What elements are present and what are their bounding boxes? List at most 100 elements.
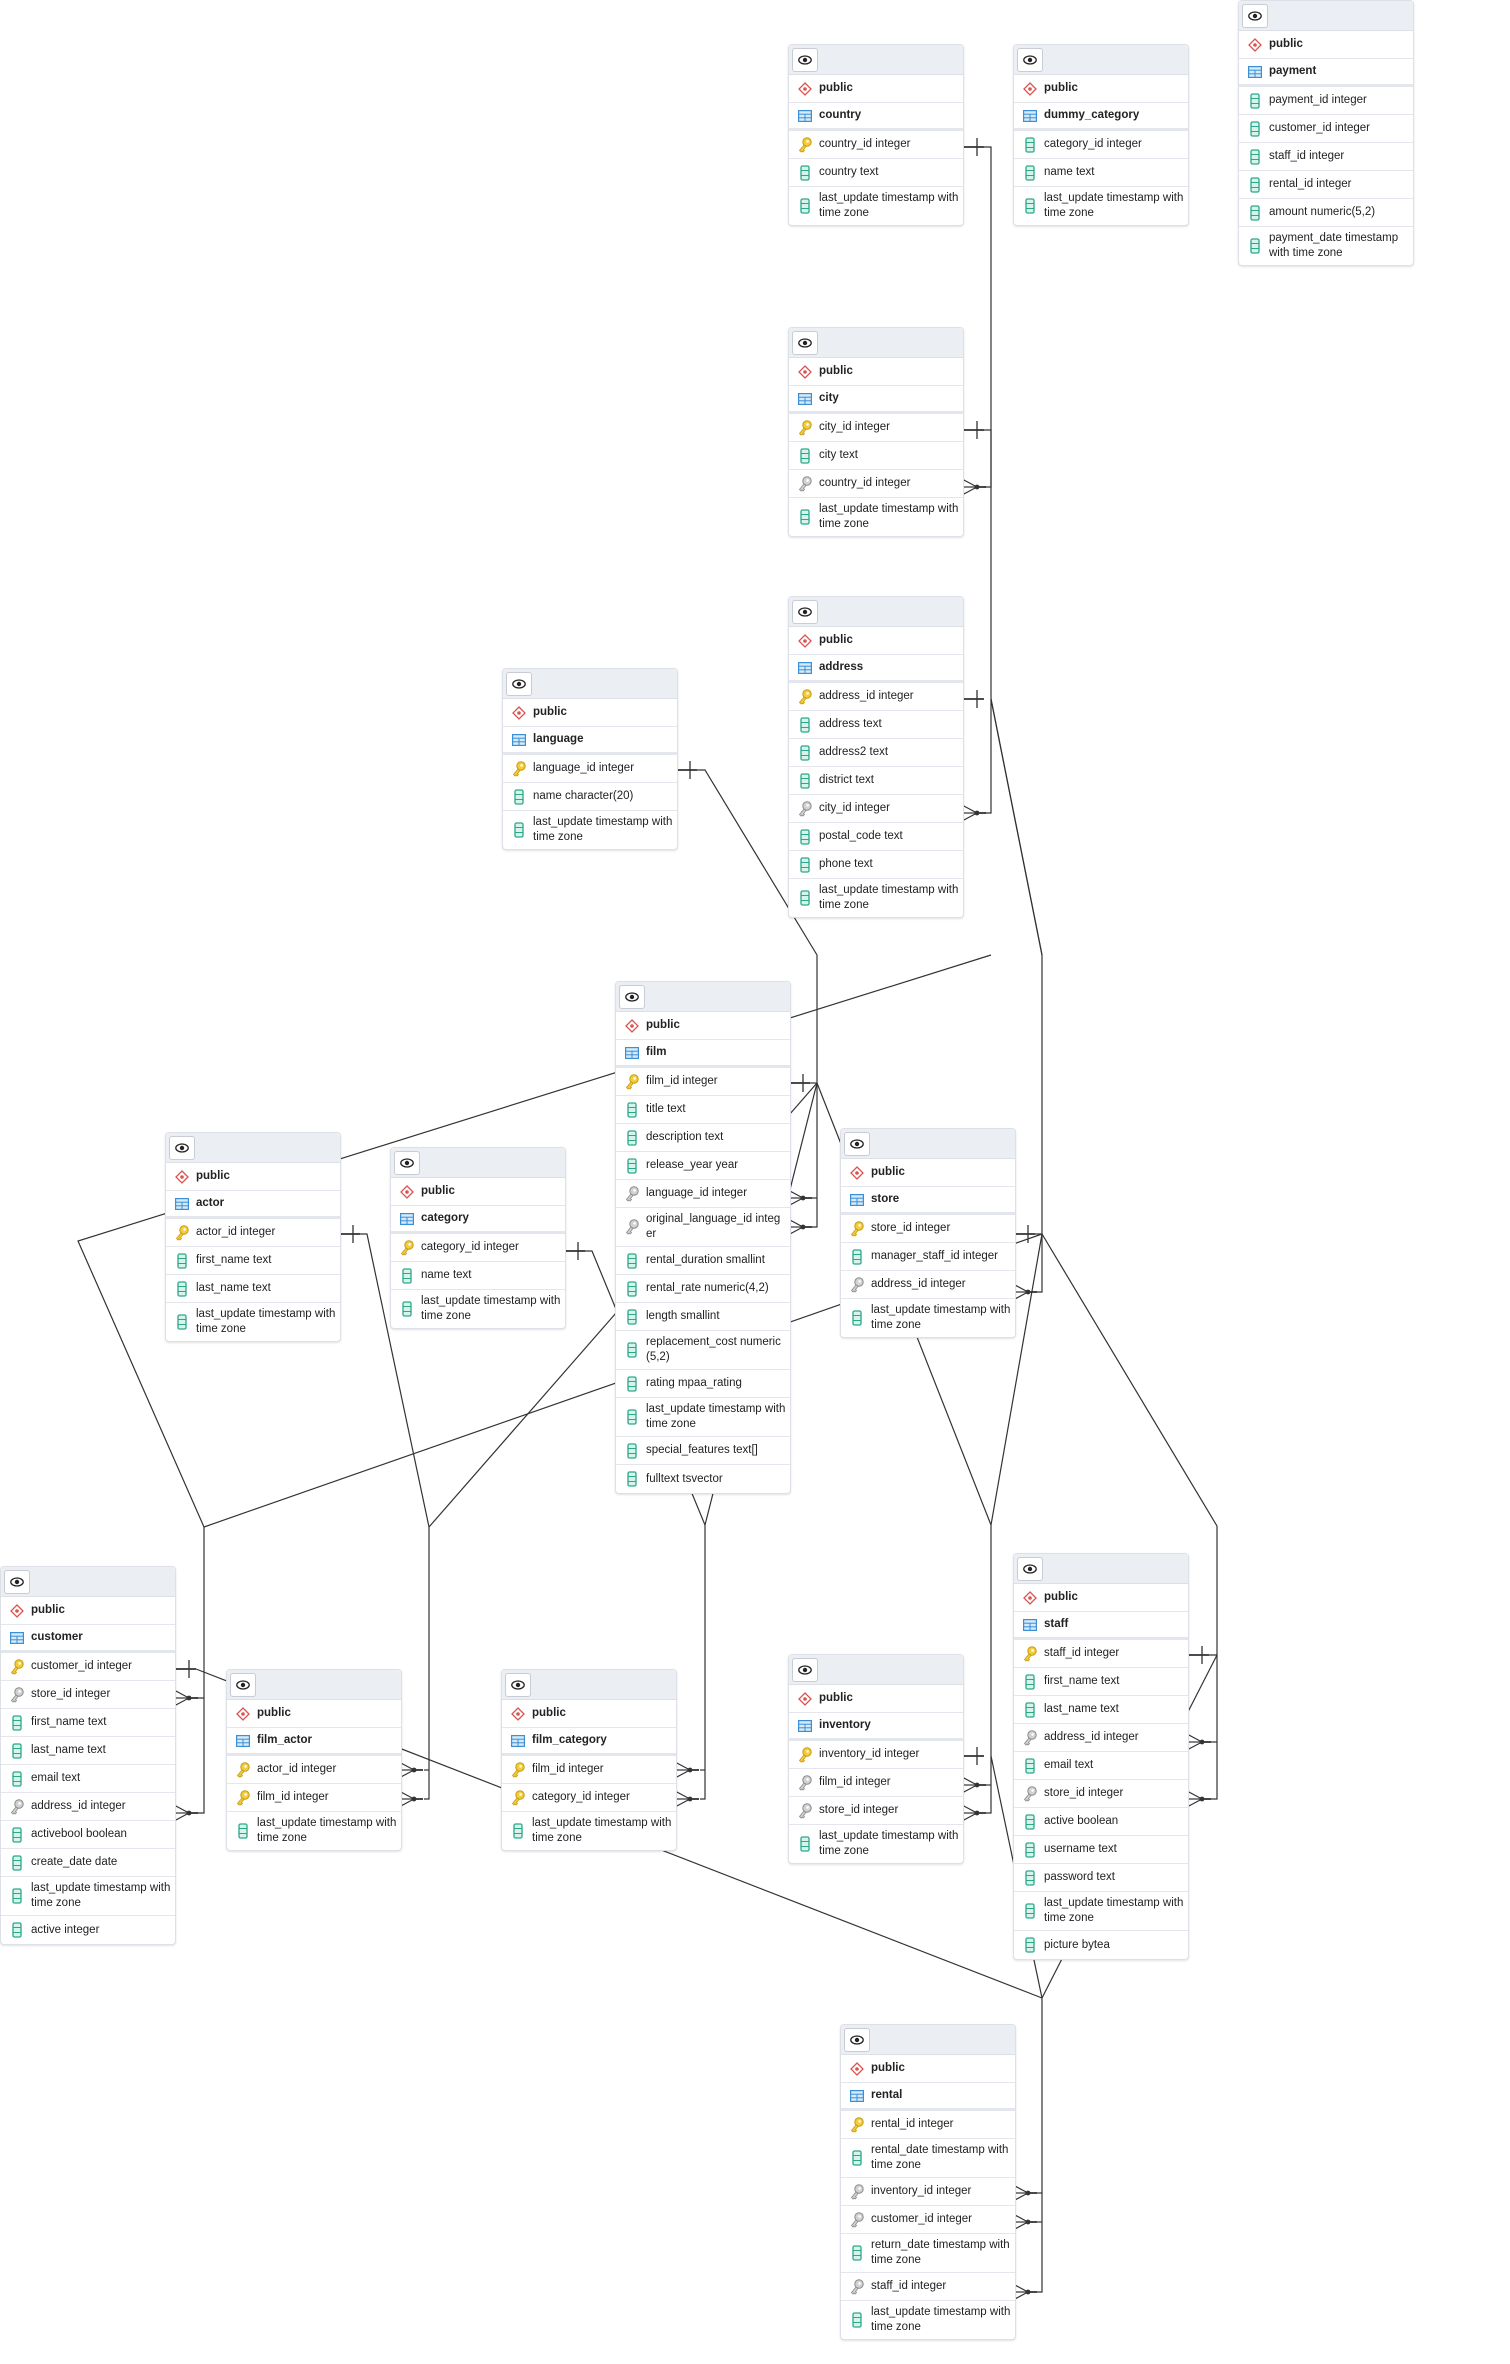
column-row[interactable]: staff_id integer	[841, 2273, 1015, 2301]
column-row[interactable]: district text	[789, 767, 963, 795]
column-row[interactable]: category_id integer	[502, 1784, 676, 1812]
column-row[interactable]: last_update timestamp with time zone	[503, 811, 677, 849]
column-row[interactable]: first_name text	[1, 1709, 175, 1737]
column-row[interactable]: username text	[1014, 1836, 1188, 1864]
column-row[interactable]: last_update timestamp with time zone	[391, 1290, 565, 1328]
eye-icon[interactable]	[792, 331, 818, 355]
column-row[interactable]: email text	[1014, 1752, 1188, 1780]
table-category[interactable]: public category category_id integer name …	[390, 1147, 566, 1329]
table-inventory[interactable]: public inventory inventory_id integer fil…	[788, 1654, 964, 1864]
column-row[interactable]: film_id integer	[616, 1068, 790, 1096]
column-row[interactable]: last_update timestamp with time zone	[227, 1812, 401, 1850]
table-film_actor[interactable]: public film_actor actor_id integer film_i…	[226, 1669, 402, 1851]
table-header[interactable]	[616, 982, 790, 1012]
column-row[interactable]: rating mpaa_rating	[616, 1370, 790, 1398]
table-header[interactable]	[227, 1670, 401, 1700]
column-row[interactable]: name text	[1014, 159, 1188, 187]
table-dummy_category[interactable]: public dummy_category category_id intege…	[1013, 44, 1189, 226]
column-row[interactable]: country_id integer	[789, 470, 963, 498]
column-row[interactable]: customer_id integer	[1, 1653, 175, 1681]
table-address[interactable]: public address address_id integer address…	[788, 596, 964, 918]
column-row[interactable]: activebool boolean	[1, 1821, 175, 1849]
column-row[interactable]: customer_id integer	[1239, 115, 1413, 143]
column-row[interactable]: country text	[789, 159, 963, 187]
column-row[interactable]: payment_id integer	[1239, 87, 1413, 115]
table-header[interactable]	[789, 597, 963, 627]
column-row[interactable]: postal_code text	[789, 823, 963, 851]
column-row[interactable]: category_id integer	[1014, 131, 1188, 159]
column-row[interactable]: last_update timestamp with time zone	[789, 187, 963, 225]
column-row[interactable]: customer_id integer	[841, 2206, 1015, 2234]
eye-icon[interactable]	[4, 1570, 30, 1594]
column-row[interactable]: title text	[616, 1096, 790, 1124]
column-row[interactable]: language_id integer	[503, 755, 677, 783]
column-row[interactable]: staff_id integer	[1014, 1640, 1188, 1668]
table-staff[interactable]: public staff staff_id integer first_name …	[1013, 1553, 1189, 1960]
table-header[interactable]	[1239, 1, 1413, 31]
table-header[interactable]	[503, 669, 677, 699]
column-row[interactable]: address_id integer	[1, 1793, 175, 1821]
column-row[interactable]: replacement_cost numeric (5,2)	[616, 1331, 790, 1370]
eye-icon[interactable]	[230, 1673, 256, 1697]
column-row[interactable]: fulltext tsvector	[616, 1465, 790, 1493]
table-header[interactable]	[1, 1567, 175, 1597]
table-header[interactable]	[841, 2025, 1015, 2055]
column-row[interactable]: last_update timestamp with time zone	[841, 2301, 1015, 2339]
table-header[interactable]	[1014, 45, 1188, 75]
eye-icon[interactable]	[1242, 4, 1268, 28]
table-city[interactable]: public city city_id integer city text coun…	[788, 327, 964, 537]
column-row[interactable]: address_id integer	[789, 683, 963, 711]
column-row[interactable]: first_name text	[166, 1247, 340, 1275]
table-actor[interactable]: public actor actor_id integer first_name …	[165, 1132, 341, 1342]
rental-trunk[interactable]	[1037, 1998, 1043, 2293]
eye-icon[interactable]	[792, 1658, 818, 1682]
eye-icon[interactable]	[792, 48, 818, 72]
column-row[interactable]: create_date date	[1, 1849, 175, 1877]
link-store-address-stub[interactable]	[1035, 1233, 1043, 1293]
column-row[interactable]: city_id integer	[789, 414, 963, 442]
table-rental[interactable]: public rental rental_id integer rental_da…	[840, 2024, 1016, 2340]
column-row[interactable]: store_id integer	[1014, 1780, 1188, 1808]
table-header[interactable]	[1014, 1554, 1188, 1584]
column-row[interactable]: film_id integer	[502, 1756, 676, 1784]
column-row[interactable]: film_id integer	[789, 1769, 963, 1797]
eye-icon[interactable]	[1017, 1557, 1043, 1581]
table-country[interactable]: public country country_id integer country…	[788, 44, 964, 226]
column-row[interactable]: store_id integer	[789, 1797, 963, 1825]
link-address-city[interactable]	[984, 429, 992, 814]
table-header[interactable]	[502, 1670, 676, 1700]
column-row[interactable]: special_features text[]	[616, 1437, 790, 1465]
column-row[interactable]: last_update timestamp with time zone	[166, 1303, 340, 1341]
column-row[interactable]: last_update timestamp with time zone	[841, 1299, 1015, 1337]
eye-icon[interactable]	[394, 1151, 420, 1175]
eye-icon[interactable]	[169, 1136, 195, 1160]
table-header[interactable]	[789, 1655, 963, 1685]
column-row[interactable]: inventory_id integer	[841, 2178, 1015, 2206]
column-row[interactable]: country_id integer	[789, 131, 963, 159]
column-row[interactable]: last_update timestamp with time zone	[789, 498, 963, 536]
column-row[interactable]: manager_staff_id integer	[841, 1243, 1015, 1271]
table-payment[interactable]: public payment payment_id integer custome…	[1238, 0, 1414, 266]
column-row[interactable]: description text	[616, 1124, 790, 1152]
column-row[interactable]: rental_id integer	[841, 2111, 1015, 2139]
column-row[interactable]: city_id integer	[789, 795, 963, 823]
column-row[interactable]: last_name text	[1, 1737, 175, 1765]
column-row[interactable]: amount numeric(5,2)	[1239, 199, 1413, 227]
table-language[interactable]: public language language_id integer name …	[502, 668, 678, 850]
column-row[interactable]: payment_date timestamp with time zone	[1239, 227, 1413, 265]
column-row[interactable]: inventory_id integer	[789, 1741, 963, 1769]
column-row[interactable]: picture bytea	[1014, 1931, 1188, 1959]
column-row[interactable]: language_id integer	[616, 1180, 790, 1208]
column-row[interactable]: original_language_id integer	[616, 1208, 790, 1247]
column-row[interactable]: email text	[1, 1765, 175, 1793]
column-row[interactable]: rental_id integer	[1239, 171, 1413, 199]
table-film_category[interactable]: public film_category film_id integer cate…	[501, 1669, 677, 1851]
column-row[interactable]: return_date timestamp with time zone	[841, 2234, 1015, 2273]
column-row[interactable]: password text	[1014, 1864, 1188, 1892]
column-row[interactable]: rental_rate numeric(4,2)	[616, 1275, 790, 1303]
eye-icon[interactable]	[844, 2028, 870, 2052]
column-row[interactable]: last_update timestamp with time zone	[502, 1812, 676, 1850]
column-row[interactable]: last_update timestamp with time zone	[1014, 1892, 1188, 1931]
column-row[interactable]: length smallint	[616, 1303, 790, 1331]
column-row[interactable]: active integer	[1, 1916, 175, 1944]
